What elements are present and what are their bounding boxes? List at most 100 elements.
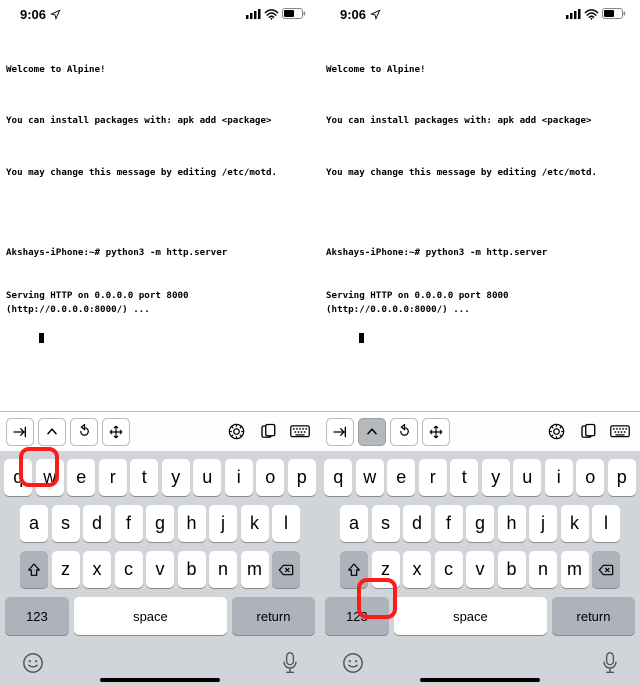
terminal-output: Welcome to Alpine! You can install packa… [0, 28, 320, 395]
undo-button[interactable] [70, 418, 98, 446]
backspace-key[interactable] [592, 551, 620, 588]
key-s[interactable]: s [372, 505, 400, 542]
key-p[interactable]: p [288, 459, 316, 496]
motd-edit: You may change this message by editing /… [6, 166, 314, 180]
mic-button[interactable] [602, 652, 618, 674]
signal-icon [246, 9, 261, 19]
key-l[interactable]: l [592, 505, 620, 542]
key-u[interactable]: u [193, 459, 221, 496]
key-c[interactable]: c [435, 551, 463, 588]
key-row-4: 123 space return [3, 597, 317, 635]
key-x[interactable]: x [403, 551, 431, 588]
shift-key[interactable] [20, 551, 48, 588]
key-a[interactable]: a [20, 505, 48, 542]
key-row-3: z x c v b n m [3, 551, 317, 588]
key-r[interactable]: r [99, 459, 127, 496]
return-key[interactable]: return [232, 597, 315, 635]
space-key[interactable]: space [394, 597, 547, 635]
backspace-key[interactable] [272, 551, 300, 588]
key-s[interactable]: s [52, 505, 80, 542]
key-n[interactable]: n [209, 551, 237, 588]
key-d[interactable]: d [83, 505, 111, 542]
key-o[interactable]: o [576, 459, 604, 496]
key-t[interactable]: t [130, 459, 158, 496]
key-k[interactable]: k [241, 505, 269, 542]
motd-welcome: Welcome to Alpine! [326, 63, 634, 77]
terminal-command: Akshays-iPhone:~# python3 -m http.server [326, 246, 634, 260]
shift-key[interactable] [340, 551, 368, 588]
key-v[interactable]: v [466, 551, 494, 588]
return-key[interactable]: return [552, 597, 635, 635]
key-x[interactable]: x [83, 551, 111, 588]
key-h[interactable]: h [178, 505, 206, 542]
battery-icon [282, 8, 306, 20]
key-i[interactable]: i [545, 459, 573, 496]
key-b[interactable]: b [498, 551, 526, 588]
key-f[interactable]: f [115, 505, 143, 542]
key-d[interactable]: d [403, 505, 431, 542]
key-c[interactable]: c [115, 551, 143, 588]
undo-button[interactable] [390, 418, 418, 446]
key-row-2: a s d f g h j k l [3, 505, 317, 542]
move-button[interactable] [422, 418, 450, 446]
key-l[interactable]: l [272, 505, 300, 542]
numbers-key[interactable]: 123 [5, 597, 69, 635]
ios-keyboard: q w e r t y u i o p a s d f g h j k l [320, 411, 640, 686]
motd-welcome: Welcome to Alpine! [6, 63, 314, 77]
move-button[interactable] [102, 418, 130, 446]
key-u[interactable]: u [513, 459, 541, 496]
wifi-icon [584, 9, 599, 20]
key-o[interactable]: o [256, 459, 284, 496]
keyboard-toolbar [0, 411, 320, 451]
key-t[interactable]: t [450, 459, 478, 496]
home-indicator[interactable] [420, 678, 540, 682]
key-q[interactable]: q [4, 459, 32, 496]
key-j[interactable]: j [209, 505, 237, 542]
key-m[interactable]: m [241, 551, 269, 588]
paste-button[interactable] [574, 418, 602, 446]
key-w[interactable]: w [36, 459, 64, 496]
key-a[interactable]: a [340, 505, 368, 542]
key-e[interactable]: e [67, 459, 95, 496]
emoji-button[interactable] [22, 652, 44, 674]
key-b[interactable]: b [178, 551, 206, 588]
key-g[interactable]: g [146, 505, 174, 542]
terminal-command: Akshays-iPhone:~# python3 -m http.server [6, 246, 314, 260]
numbers-key[interactable]: 123 [325, 597, 389, 635]
settings-button[interactable] [222, 418, 250, 446]
ctrl-key-button[interactable] [38, 418, 66, 446]
tab-key-button[interactable] [326, 418, 354, 446]
key-y[interactable]: y [482, 459, 510, 496]
motd-edit: You may change this message by editing /… [326, 166, 634, 180]
mic-button[interactable] [282, 652, 298, 674]
motd-install: You can install packages with: apk add <… [326, 114, 634, 128]
keyboard-toggle-button[interactable] [286, 418, 314, 446]
ios-keyboard: q w e r t y u i o p a s d f g h j k l [0, 411, 320, 686]
key-v[interactable]: v [146, 551, 174, 588]
key-m[interactable]: m [561, 551, 589, 588]
paste-button[interactable] [254, 418, 282, 446]
key-y[interactable]: y [162, 459, 190, 496]
key-e[interactable]: e [387, 459, 415, 496]
key-z[interactable]: z [372, 551, 400, 588]
key-p[interactable]: p [608, 459, 636, 496]
key-k[interactable]: k [561, 505, 589, 542]
key-i[interactable]: i [225, 459, 253, 496]
settings-button[interactable] [542, 418, 570, 446]
key-w[interactable]: w [356, 459, 384, 496]
key-g[interactable]: g [466, 505, 494, 542]
key-j[interactable]: j [529, 505, 557, 542]
keyboard-toggle-button[interactable] [606, 418, 634, 446]
tab-key-button[interactable] [6, 418, 34, 446]
key-h[interactable]: h [498, 505, 526, 542]
space-key[interactable]: space [74, 597, 227, 635]
key-z[interactable]: z [52, 551, 80, 588]
key-r[interactable]: r [419, 459, 447, 496]
key-q[interactable]: q [324, 459, 352, 496]
home-indicator[interactable] [100, 678, 220, 682]
key-n[interactable]: n [529, 551, 557, 588]
emoji-button[interactable] [342, 652, 364, 674]
key-f[interactable]: f [435, 505, 463, 542]
ctrl-key-button[interactable] [358, 418, 386, 446]
status-bar: 9:06 [0, 0, 320, 28]
